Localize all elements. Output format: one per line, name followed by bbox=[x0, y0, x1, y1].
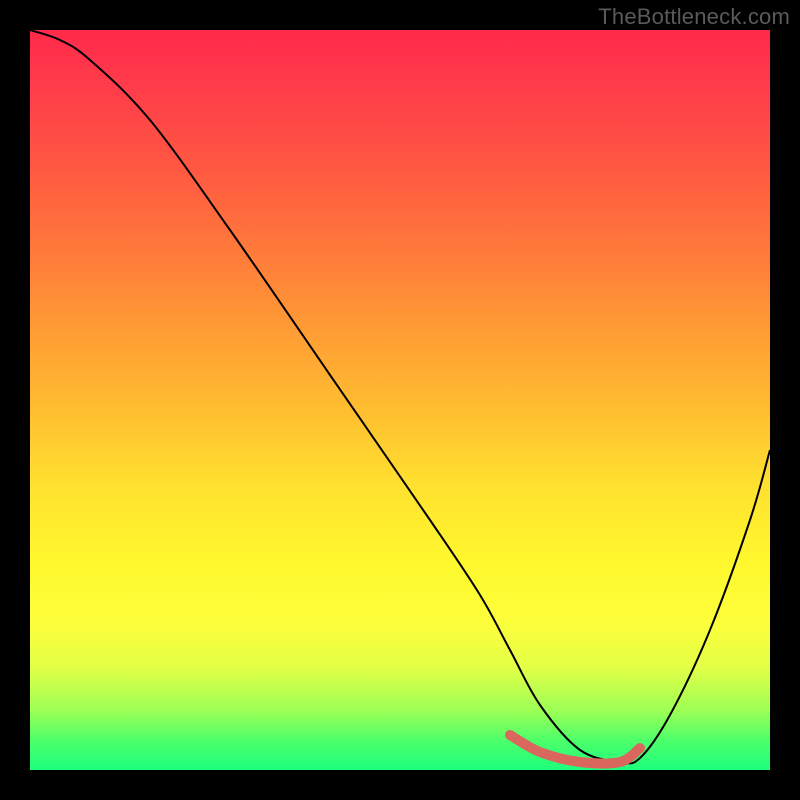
chart-frame: TheBottleneck.com bbox=[0, 0, 800, 800]
curve-svg bbox=[30, 30, 770, 770]
bottleneck-curve-path bbox=[30, 30, 770, 763]
optimal-zone-path bbox=[510, 735, 640, 764]
plot-area bbox=[30, 30, 770, 770]
watermark-text: TheBottleneck.com bbox=[598, 4, 790, 30]
